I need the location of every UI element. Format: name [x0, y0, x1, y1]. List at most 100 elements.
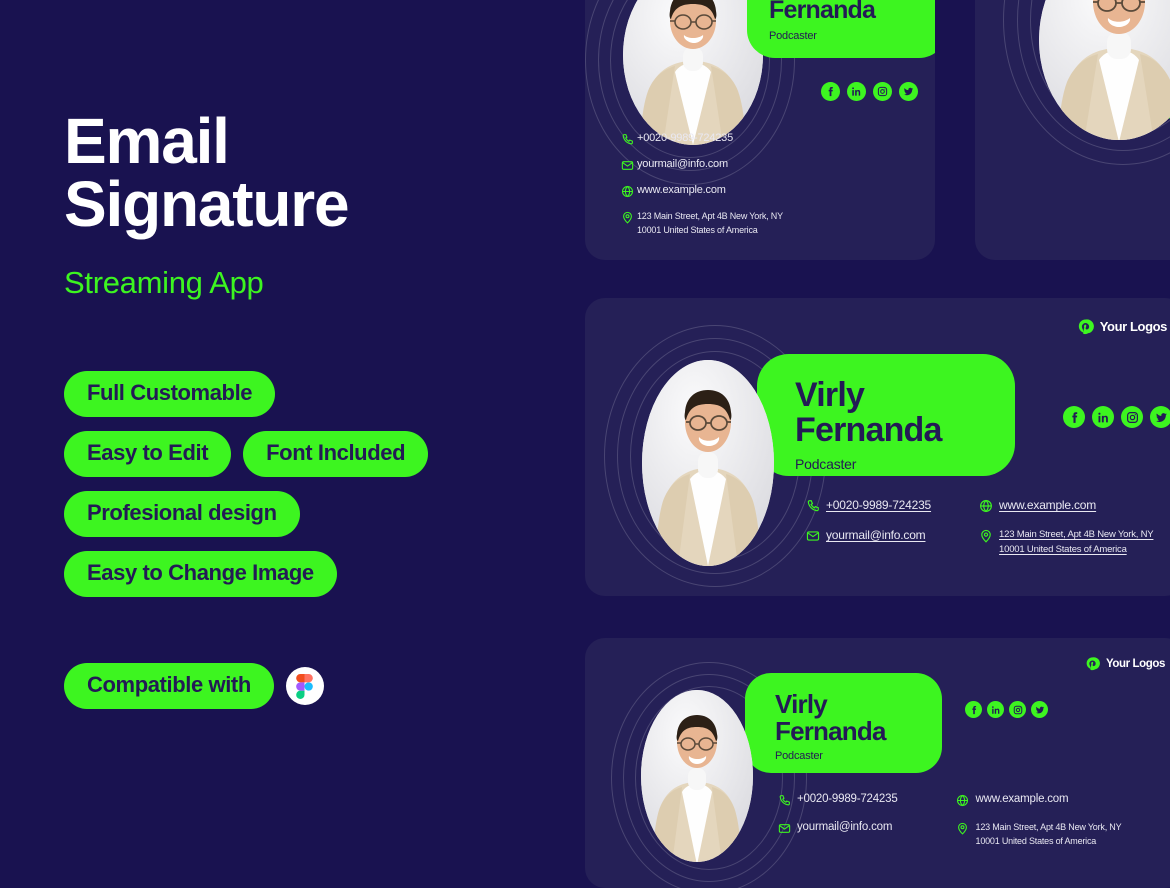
- first-name: Virly: [795, 376, 865, 414]
- envelope-icon: [617, 158, 637, 173]
- website-text: www.example.com: [637, 184, 726, 196]
- feature-pill: Profesional design: [64, 491, 300, 538]
- facebook-icon[interactable]: [965, 701, 982, 718]
- contact-list-main: +0020-9989-724235 www.example.com yourma…: [800, 498, 1154, 557]
- role: Podcaster: [795, 456, 857, 473]
- phone-icon: [771, 793, 797, 808]
- address-line-1: 123 Main Street, Apt 4B New York, NY: [999, 529, 1154, 540]
- linkedin-icon[interactable]: [987, 701, 1004, 718]
- phone-text: +0020-9989-724235: [637, 132, 733, 144]
- globe-icon: [617, 184, 637, 199]
- location-pin-icon: [973, 528, 999, 544]
- website-text: www.example.com: [999, 498, 1097, 512]
- feature-pill: Easy to Edit: [64, 431, 232, 478]
- feature-pill-row: Full Customable: [64, 371, 585, 418]
- feature-pill-group: Full Customable Easy to Edit Font Includ…: [64, 371, 585, 598]
- website-text: www.example.com: [975, 793, 1069, 805]
- social-links[interactable]: [965, 701, 1048, 718]
- feature-pill: Full Customable: [64, 371, 276, 418]
- last-name: Fernanda: [795, 410, 942, 449]
- signature-card-top[interactable]: Virly Fernanda Podcaster +0020-9989-7242…: [585, 0, 935, 260]
- brand-mark-icon: [1078, 319, 1094, 335]
- feature-pill-row: Profesional design: [64, 491, 585, 538]
- role: Podcaster: [775, 750, 823, 763]
- compatible-with-pill: Compatible with: [64, 663, 274, 710]
- twitter-icon[interactable]: [899, 82, 918, 101]
- feature-pill: Easy to Change Image: [64, 551, 337, 598]
- signature-card-main[interactable]: Your Logos Virly Fernanda Podcaster +002…: [585, 298, 1170, 596]
- last-name: Fernanda: [769, 0, 876, 24]
- address-text: 123 Main Street, Apt 4B New York, NY 100…: [976, 821, 1122, 848]
- linkedin-icon[interactable]: [1092, 406, 1114, 428]
- brand-mark-icon: [1086, 657, 1100, 671]
- contact-phone[interactable]: +0020-9989-724235: [617, 132, 783, 147]
- contact-website[interactable]: www.example.com: [973, 498, 1153, 514]
- contact-email[interactable]: yourmail@info.com: [800, 528, 931, 557]
- title-line-1: Email: [64, 105, 230, 177]
- phone-text: +0020-9989-724235: [797, 793, 898, 805]
- avatar: [1039, 0, 1170, 140]
- feature-pill-row: Easy to Edit Font Included: [64, 431, 585, 478]
- avatar: [623, 0, 763, 145]
- email-text: yourmail@info.com: [797, 821, 893, 833]
- avatar: [641, 690, 753, 862]
- contact-list-top: +0020-9989-724235 yourmail@info.com www.…: [617, 132, 783, 237]
- phone-icon: [800, 498, 826, 514]
- envelope-icon: [771, 821, 797, 836]
- contact-address[interactable]: 123 Main Street, Apt 4B New York, NY 100…: [973, 528, 1154, 557]
- email-text: yourmail@info.com: [826, 528, 926, 542]
- hero-panel: Email Signature Streaming App Full Custo…: [0, 0, 585, 780]
- avatar: [642, 360, 774, 566]
- instagram-icon[interactable]: [1009, 701, 1026, 718]
- signature-card-bottom[interactable]: Your Logos Virly Fernanda Podcaster +002…: [585, 638, 1170, 888]
- page-subtitle: Streaming App: [64, 265, 264, 301]
- email-text: yourmail@info.com: [637, 158, 728, 170]
- compatibility-row: Compatible with: [64, 663, 585, 710]
- name-plate: Virly Fernanda Podcaster: [757, 354, 1015, 476]
- signature-card-right[interactable]: [975, 0, 1170, 260]
- address-line-1: 123 Main Street, Apt 4B New York, NY: [637, 211, 783, 221]
- globe-icon: [950, 793, 976, 808]
- twitter-icon[interactable]: [1150, 406, 1170, 428]
- contact-website[interactable]: www.example.com: [950, 793, 1122, 808]
- instagram-icon[interactable]: [873, 82, 892, 101]
- address-line-2: 10001 United States of America: [637, 224, 758, 235]
- social-links[interactable]: [1063, 406, 1170, 428]
- logo-lockup: Your Logos: [1085, 656, 1165, 671]
- linkedin-icon[interactable]: [847, 82, 866, 101]
- name-plate: Virly Fernanda Podcaster: [745, 673, 942, 773]
- contact-website[interactable]: www.example.com: [617, 184, 783, 199]
- phone-text: +0020-9989-724235: [826, 498, 932, 512]
- logo-text: Your Logos: [1099, 319, 1168, 334]
- phone-icon: [617, 132, 637, 147]
- first-name: Virly: [775, 689, 828, 719]
- twitter-icon[interactable]: [1031, 701, 1048, 718]
- contact-list-bottom: +0020-9989-724235 www.example.com yourma…: [771, 793, 1122, 848]
- page-title: Email Signature: [64, 105, 585, 240]
- address-line-2: 10001 United States of America: [975, 835, 1097, 846]
- location-pin-icon: [617, 210, 637, 225]
- last-name: Fernanda: [775, 715, 886, 746]
- instagram-icon[interactable]: [1121, 406, 1143, 428]
- contact-email[interactable]: yourmail@info.com: [617, 158, 783, 173]
- envelope-icon: [800, 528, 826, 544]
- globe-icon: [973, 498, 999, 514]
- feature-pill-row: Easy to Change Image: [64, 551, 585, 598]
- feature-pill: Font Included: [243, 431, 429, 478]
- contact-address[interactable]: 123 Main Street, Apt 4B New York, NY 100…: [950, 821, 1122, 848]
- contact-phone[interactable]: +0020-9989-724235: [771, 793, 898, 808]
- location-pin-icon: [950, 821, 976, 836]
- facebook-icon[interactable]: [821, 82, 840, 101]
- address-line-2: 10001 United States of America: [999, 543, 1127, 555]
- title-line-2: Signature: [64, 167, 350, 240]
- address-text: 123 Main Street, Apt 4B New York, NY 100…: [999, 528, 1154, 557]
- role: Podcaster: [769, 30, 817, 42]
- logo-lockup: Your Logos: [1077, 318, 1167, 335]
- social-links[interactable]: [821, 82, 918, 101]
- contact-address[interactable]: 123 Main Street, Apt 4B New York, NY 100…: [617, 210, 783, 237]
- contact-phone[interactable]: +0020-9989-724235: [800, 498, 931, 514]
- facebook-icon[interactable]: [1063, 406, 1085, 428]
- address-line-1: 123 Main Street, Apt 4B New York, NY: [975, 822, 1122, 832]
- logo-text: Your Logos: [1105, 657, 1165, 670]
- contact-email[interactable]: yourmail@info.com: [771, 821, 898, 848]
